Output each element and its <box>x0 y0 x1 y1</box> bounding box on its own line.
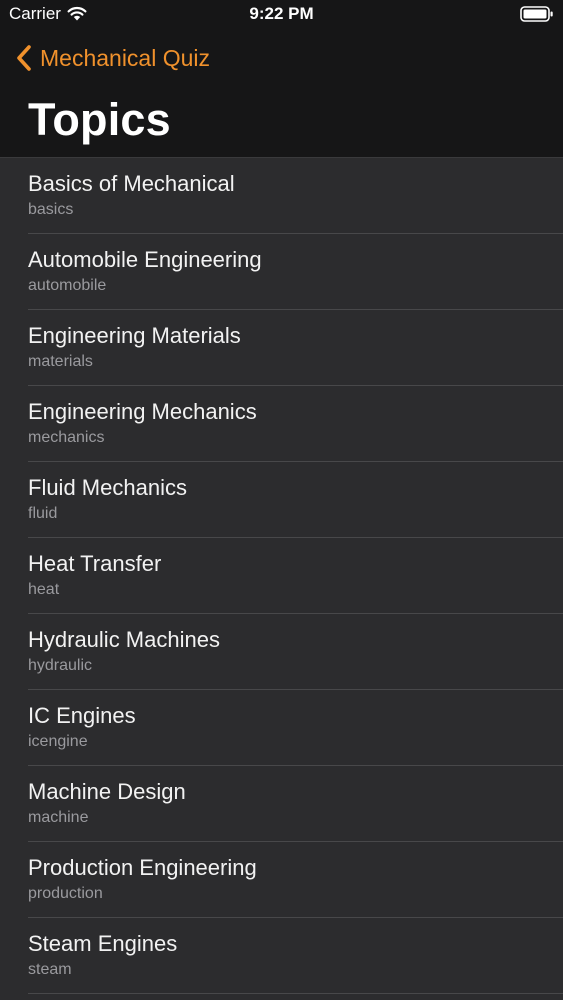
topic-subtitle: steam <box>28 961 72 978</box>
topic-subtitle: icengine <box>28 733 88 750</box>
topic-row[interactable]: Basics of Mechanical basics <box>28 158 563 234</box>
navigation-bar: Carrier 9:22 PM Mechanical Quiz Topics <box>0 0 563 158</box>
topic-row[interactable]: IC Engines icengine <box>28 690 563 766</box>
topic-title: Engineering Mechanics <box>28 399 257 424</box>
topic-row[interactable]: Heat Transfer heat <box>28 538 563 614</box>
status-bar: Carrier 9:22 PM <box>0 0 563 30</box>
topic-subtitle: fluid <box>28 505 58 522</box>
topic-subtitle: automobile <box>28 277 107 294</box>
status-time: 9:22 PM <box>249 4 314 23</box>
topic-subtitle: heat <box>28 581 60 598</box>
topic-row[interactable]: Steam Engines steam <box>28 918 563 994</box>
topic-row[interactable]: Machine Design machine <box>28 766 563 842</box>
topic-title: Fluid Mechanics <box>28 475 187 500</box>
topic-subtitle: basics <box>28 201 74 218</box>
topic-title: Basics of Mechanical <box>28 171 235 196</box>
page-title: Topics <box>28 94 171 145</box>
back-button[interactable]: Mechanical Quiz <box>14 40 210 76</box>
topic-title: Automobile Engineering <box>28 247 262 272</box>
topic-row[interactable]: Hydraulic Machines hydraulic <box>28 614 563 690</box>
topic-title: Production Engineering <box>28 855 257 880</box>
screen: Carrier 9:22 PM Mechanical Quiz Topics B… <box>0 0 563 1000</box>
topic-row[interactable]: Production Engineering production <box>28 842 563 918</box>
topic-subtitle: hydraulic <box>28 657 93 674</box>
chevron-left-icon <box>17 45 31 71</box>
topic-subtitle: production <box>28 885 103 902</box>
battery-icon <box>520 6 553 22</box>
topic-row[interactable]: Fluid Mechanics fluid <box>28 462 563 538</box>
topic-list: Basics of Mechanical basics Automobile E… <box>0 158 563 994</box>
topic-title: Machine Design <box>28 779 186 804</box>
topic-subtitle: mechanics <box>28 429 105 446</box>
topic-row[interactable]: Engineering Materials materials <box>28 310 563 386</box>
topic-subtitle: machine <box>28 809 89 826</box>
topic-title: IC Engines <box>28 703 136 728</box>
topic-subtitle: materials <box>28 353 93 370</box>
topic-row[interactable]: Engineering Mechanics mechanics <box>28 386 563 462</box>
topic-title: Engineering Materials <box>28 323 241 348</box>
topic-title: Hydraulic Machines <box>28 627 220 652</box>
topic-title: Steam Engines <box>28 931 178 956</box>
topic-row[interactable]: Automobile Engineering automobile <box>28 234 563 310</box>
topic-title: Heat Transfer <box>28 551 162 576</box>
back-button-label: Mechanical Quiz <box>40 44 211 71</box>
